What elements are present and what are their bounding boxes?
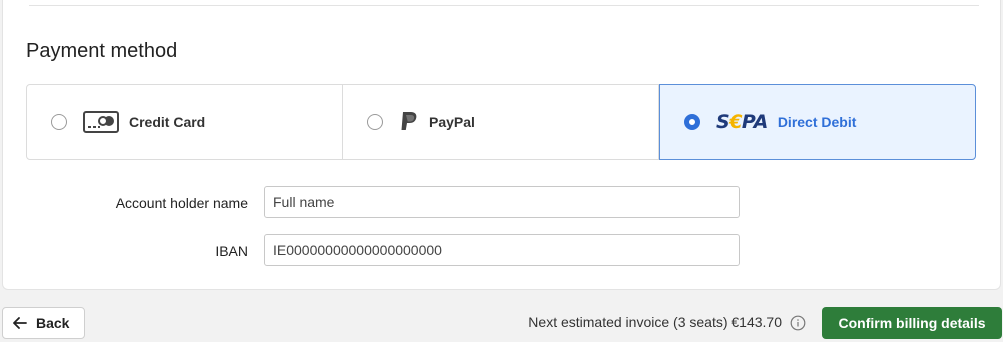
payment-option-label: Direct Debit [777,114,857,130]
radio-paypal[interactable] [367,114,383,130]
account-holder-input[interactable] [264,186,740,218]
iban-label: IBAN [215,243,248,259]
radio-sepa-direct-debit[interactable] [684,114,700,130]
payment-option-credit-card[interactable]: Credit Card [26,84,343,160]
payment-method-options: Credit Card PayPal S€PA Direct Debit [26,84,976,160]
iban-input[interactable] [264,234,740,266]
arrow-left-icon [13,317,27,329]
sepa-logo: S€PA [716,111,768,133]
payment-option-label: Credit Card [129,114,206,130]
confirm-billing-details-button[interactable]: Confirm billing details [822,307,1002,339]
back-button[interactable]: Back [2,307,85,339]
account-holder-label: Account holder name [115,195,248,211]
payment-option-label: PayPal [429,114,475,130]
paypal-icon [401,112,417,130]
estimated-invoice-text: Next estimated invoice (3 seats) €143.70 [528,314,782,330]
payment-method-title: Payment method [26,40,178,62]
radio-credit-card[interactable] [51,114,67,130]
back-button-label: Back [36,315,70,331]
info-icon[interactable] [790,315,806,331]
credit-card-icon [83,111,119,133]
top-divider [29,5,979,6]
payment-option-sepa-direct-debit[interactable]: S€PA Direct Debit [659,84,976,160]
payment-option-paypal[interactable]: PayPal [343,84,659,160]
